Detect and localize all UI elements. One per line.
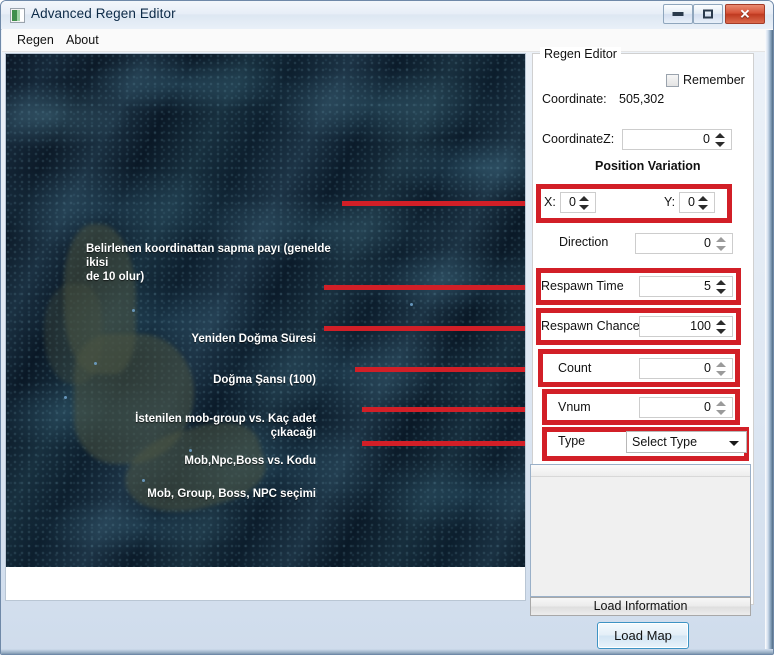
annotation-line-vnum bbox=[362, 407, 526, 412]
close-button[interactable]: ✕ bbox=[725, 4, 765, 24]
position-y-value: 0 bbox=[688, 195, 695, 209]
regen-editor-legend: Regen Editor bbox=[540, 47, 621, 61]
respawn-chance-stepper[interactable]: 100 bbox=[639, 316, 733, 337]
direction-label: Direction bbox=[559, 235, 608, 249]
menu-item-regen[interactable]: Regen bbox=[11, 32, 60, 48]
position-x-value: 0 bbox=[569, 195, 576, 209]
respawn-time-value: 5 bbox=[704, 279, 711, 293]
annotation-line-count bbox=[355, 367, 526, 372]
window-title: Advanced Regen Editor bbox=[31, 6, 176, 21]
count-label: Count bbox=[558, 361, 591, 375]
spinner-icon[interactable] bbox=[714, 279, 729, 296]
spinner-icon[interactable] bbox=[713, 132, 728, 149]
count-stepper[interactable]: 0 bbox=[639, 358, 733, 379]
spinner-icon[interactable] bbox=[714, 319, 729, 336]
menu-item-about[interactable]: About bbox=[60, 32, 105, 48]
coordinate-value: 505,302 bbox=[619, 92, 664, 106]
title-bar: Advanced Regen Editor ✕ bbox=[1, 1, 774, 30]
annotation-text-type: Mob, Group, Boss, NPC seçimi bbox=[136, 487, 316, 501]
maximize-icon bbox=[703, 10, 713, 19]
direction-stepper[interactable]: 0 bbox=[635, 233, 733, 254]
vnum-value: 0 bbox=[704, 400, 711, 414]
spinner-icon[interactable] bbox=[714, 400, 729, 417]
remember-checkbox[interactable] bbox=[666, 74, 679, 87]
respawn-chance-value: 100 bbox=[690, 319, 711, 333]
annotation-line-type bbox=[362, 441, 526, 446]
vnum-label: Vnum bbox=[558, 400, 591, 414]
window-bottom-border bbox=[1, 649, 774, 655]
respawn-time-label: Respawn Time bbox=[541, 279, 624, 293]
minimize-icon bbox=[673, 12, 684, 16]
annotation-line-position-variation bbox=[342, 201, 526, 206]
position-variation-title: Position Variation bbox=[595, 159, 701, 173]
app-window-icon bbox=[10, 8, 25, 23]
type-selected-value: Select Type bbox=[632, 435, 697, 449]
annotation-text-vnum: Mob,Npc,Boss vs. Kodu bbox=[166, 454, 316, 468]
maximize-button[interactable] bbox=[693, 4, 723, 24]
information-list[interactable] bbox=[530, 464, 751, 597]
annotation-line-respawn-time bbox=[324, 285, 526, 290]
position-y-stepper[interactable]: 0 bbox=[679, 192, 715, 213]
chevron-down-icon[interactable] bbox=[729, 441, 739, 446]
type-select[interactable]: Select Type bbox=[626, 431, 747, 453]
count-value: 0 bbox=[704, 361, 711, 375]
map-panel[interactable]: Belirlenen koordinattan sapma payı (gene… bbox=[5, 53, 526, 601]
type-label: Type bbox=[558, 434, 585, 448]
remember-label: Remember bbox=[683, 73, 745, 87]
annotation-text-count: İstenilen mob-group vs. Kaç adet çıkacağ… bbox=[116, 412, 316, 440]
load-information-button[interactable]: Load Information bbox=[530, 597, 751, 616]
window-right-border bbox=[765, 30, 774, 655]
menu-bar: Regen About bbox=[2, 29, 774, 52]
respawn-chance-label: Respawn Chance bbox=[541, 319, 640, 333]
position-x-label: X: bbox=[544, 195, 556, 209]
annotation-text-respawn-time: Yeniden Doğma Süresi bbox=[146, 332, 316, 346]
coordinate-z-stepper[interactable]: 0 bbox=[622, 129, 732, 150]
coordinate-z-label: CoordinateZ: bbox=[542, 132, 614, 146]
respawn-time-stepper[interactable]: 5 bbox=[639, 276, 733, 297]
minimize-button[interactable] bbox=[663, 4, 693, 24]
application-window: Advanced Regen Editor ✕ Regen About bbox=[0, 0, 774, 655]
spinner-icon[interactable] bbox=[714, 236, 729, 253]
information-list-header bbox=[531, 465, 750, 477]
annotation-text-position-variation: Belirlenen koordinattan sapma payı (gene… bbox=[86, 242, 356, 284]
vnum-stepper[interactable]: 0 bbox=[639, 397, 733, 418]
direction-value: 0 bbox=[704, 236, 711, 250]
close-icon: ✕ bbox=[740, 8, 751, 21]
position-y-label: Y: bbox=[664, 195, 675, 209]
position-x-stepper[interactable]: 0 bbox=[560, 192, 596, 213]
coordinate-z-value: 0 bbox=[703, 132, 710, 146]
spinner-icon[interactable] bbox=[696, 195, 711, 212]
annotation-text-respawn-chance: Doğma Şansı (100) bbox=[166, 373, 316, 387]
annotation-line-respawn-chance bbox=[324, 326, 526, 331]
coordinate-label: Coordinate: bbox=[542, 92, 607, 106]
spinner-icon[interactable] bbox=[714, 361, 729, 378]
spinner-icon[interactable] bbox=[577, 195, 592, 212]
load-map-button[interactable]: Load Map bbox=[597, 622, 689, 649]
